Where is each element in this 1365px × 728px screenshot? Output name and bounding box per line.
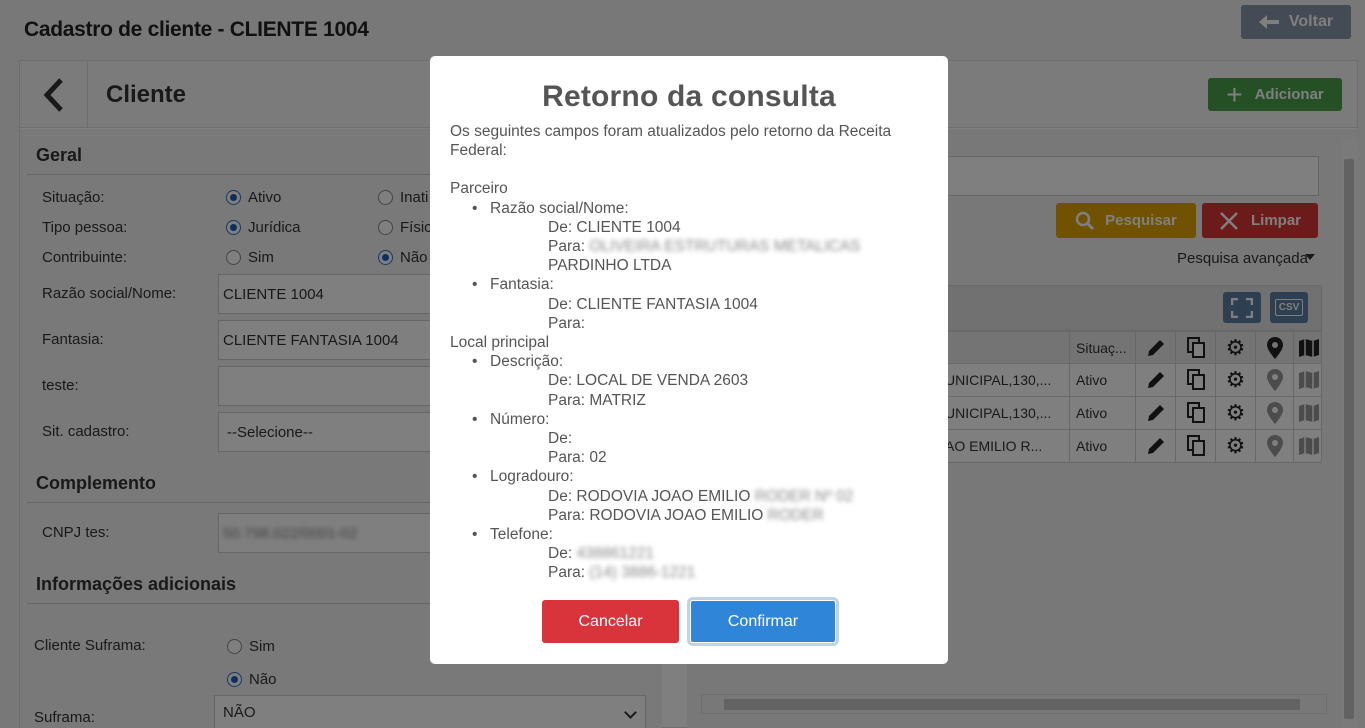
confirm-button[interactable]: Confirmar — [690, 600, 836, 643]
modal-actions: Cancelar Confirmar — [430, 600, 948, 643]
razao-para-hidden: OLIVEIRA ESTRUTURAS METALICAS — [589, 238, 861, 256]
telefone-para: Para: (14) 3886-1221 — [548, 563, 928, 582]
field-logradouro: Logradouro: — [472, 467, 928, 486]
razao-para-prefix: Para: — [548, 238, 586, 256]
telefone-de-hidden: 438861221 — [576, 545, 655, 563]
descricao-de: De: LOCAL DE VENDA 2603 — [548, 372, 749, 390]
telefone-para-text: Para: — [548, 564, 586, 582]
field-numero: Número: — [472, 410, 928, 429]
logradouro-de: De: RODOVIA JOAO EMILIO RODER Nº 02 — [548, 487, 928, 506]
razao-para: Para: OLIVEIRA ESTRUTURAS METALICAS — [548, 237, 928, 256]
numero-para: Para: 02 — [548, 449, 607, 467]
fantasia-para: Para: — [548, 314, 586, 332]
cancel-button[interactable]: Cancelar — [542, 600, 679, 643]
telefone-para-hidden: (14) 3886-1221 — [589, 564, 696, 582]
logradouro-para-text: Para: RODOVIA JOAO EMILIO — [548, 506, 764, 524]
logradouro-de-hidden: RODER Nº 02 — [754, 487, 854, 505]
fantasia-de: De: CLIENTE FANTASIA 1004 — [548, 295, 758, 313]
modal-title: Retorno da consulta — [542, 80, 836, 113]
telefone-de: De: 438861221 — [548, 544, 928, 563]
logradouro-para-hidden: RODER — [767, 506, 824, 524]
field-razao-social: Razão social/Nome: — [472, 199, 928, 218]
group-local-principal: Local principal — [450, 334, 550, 352]
logradouro-de-text: De: RODOVIA JOAO EMILIO — [548, 487, 751, 505]
field-descricao: Descrição: — [472, 352, 928, 371]
logradouro-para: Para: RODOVIA JOAO EMILIO RODER — [548, 506, 928, 525]
razao-para-end: PARDINHO LTDA — [548, 257, 672, 275]
telefone-de-text: De: — [548, 545, 573, 563]
field-fantasia: Fantasia: — [472, 275, 928, 294]
numero-de: De: — [548, 430, 573, 448]
group-parceiro: Parceiro — [450, 180, 508, 198]
field-telefone: Telefone: — [472, 525, 928, 544]
consulta-modal: Retorno da consulta Os seguintes campos … — [430, 56, 948, 664]
modal-body: Os seguintes campos foram atualizados pe… — [450, 122, 928, 583]
descricao-para: Para: MATRIZ — [548, 391, 646, 409]
razao-de: De: CLIENTE 1004 — [548, 218, 681, 236]
modal-intro: Os seguintes campos foram atualizados pe… — [450, 123, 892, 160]
